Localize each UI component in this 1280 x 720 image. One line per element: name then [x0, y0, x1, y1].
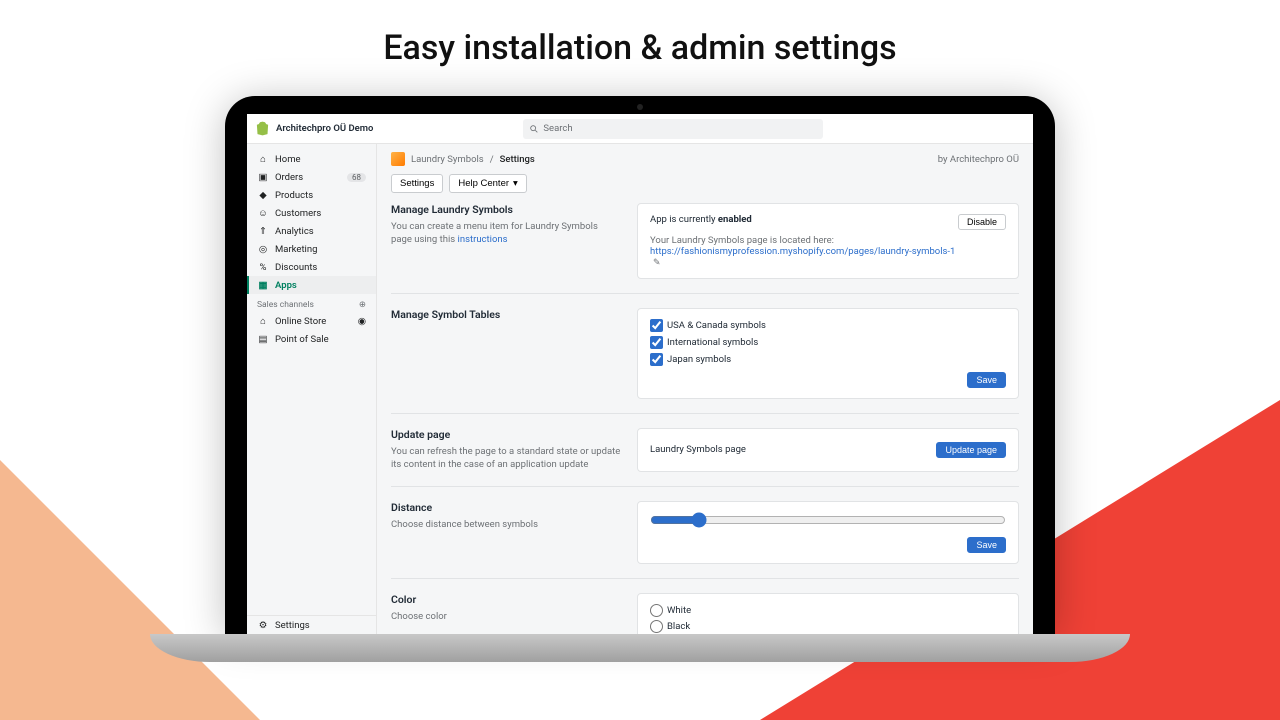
sales-channels-label: Sales channels ⊕ [247, 294, 376, 312]
save-distance-button[interactable]: Save [967, 537, 1006, 553]
checkbox-usa-input[interactable] [650, 319, 663, 332]
main-content: Laundry Symbols / Settings by Architechp… [377, 144, 1033, 634]
app-status-text: App is currently enabled [650, 214, 958, 225]
radio-black-input[interactable] [650, 620, 663, 633]
radio-white-input[interactable] [650, 604, 663, 617]
checkbox-label: USA & Canada symbols [667, 320, 766, 331]
orders-badge: 68 [347, 173, 366, 182]
sidebar-item-label: Point of Sale [275, 334, 329, 345]
gear-icon: ⚙ [257, 619, 269, 631]
update-page-button[interactable]: Update page [936, 442, 1006, 458]
sidebar-item-customers[interactable]: ☺ Customers [247, 204, 376, 222]
sidebar-item-home[interactable]: ⌂ Home [247, 150, 376, 168]
settings-button[interactable]: Settings [391, 174, 443, 193]
section-title-symbol-tables: Manage Symbol Tables [391, 308, 621, 321]
sidebar-item-settings[interactable]: ⚙ Settings [247, 616, 376, 634]
section-title-manage-symbols: Manage Laundry Symbols [391, 203, 621, 216]
products-icon: ◆ [257, 189, 269, 201]
sidebar-item-label: Analytics [275, 226, 314, 237]
hero-title: Easy installation & admin settings [0, 0, 1280, 68]
orders-icon: ▣ [257, 171, 269, 183]
radio-black[interactable]: Black [650, 620, 1006, 633]
sidebar-item-online-store[interactable]: ⌂ Online Store ◉ [247, 312, 376, 330]
sidebar-item-label: Settings [275, 620, 310, 631]
divider [391, 293, 1019, 294]
store-icon: ⌂ [257, 315, 269, 327]
laptop-base [150, 634, 1130, 662]
disable-button[interactable]: Disable [958, 214, 1006, 230]
checkbox-usa[interactable]: USA & Canada symbols [650, 319, 1006, 332]
section-desc-distance: Choose distance between symbols [391, 518, 621, 531]
help-center-button[interactable]: Help Center ▾ [449, 174, 526, 193]
sidebar-item-label: Online Store [275, 316, 326, 327]
help-center-label: Help Center [458, 178, 509, 189]
save-tables-button[interactable]: Save [967, 372, 1006, 388]
instructions-link[interactable]: instructions [458, 234, 508, 245]
sidebar-item-pos[interactable]: ▤ Point of Sale [247, 330, 376, 348]
section-title-distance: Distance [391, 501, 621, 514]
apps-icon: ▦ [257, 279, 269, 291]
search-icon [529, 124, 539, 134]
checkbox-label: Japan symbols [667, 354, 731, 365]
radio-white[interactable]: White [650, 604, 1006, 617]
view-icon[interactable]: ◉ [358, 316, 366, 327]
radio-label: Black [667, 621, 690, 632]
sidebar-item-products[interactable]: ◆ Products [247, 186, 376, 204]
search-input[interactable]: Search [523, 119, 823, 139]
sidebar-item-label: Marketing [275, 244, 317, 255]
store-name: Architechpro OÜ Demo [276, 123, 373, 134]
home-icon: ⌂ [257, 153, 269, 165]
checkbox-intl[interactable]: International symbols [650, 336, 1006, 349]
update-page-label: Laundry Symbols page [650, 444, 746, 455]
sidebar-item-label: Apps [275, 280, 297, 291]
section-title-color: Color [391, 593, 621, 606]
sidebar-item-analytics[interactable]: ⇑ Analytics [247, 222, 376, 240]
add-channel-icon[interactable]: ⊕ [359, 300, 366, 310]
breadcrumb-app[interactable]: Laundry Symbols [411, 154, 484, 165]
checkbox-label: International symbols [667, 337, 758, 348]
chevron-down-icon: ▾ [513, 178, 518, 189]
divider [391, 578, 1019, 579]
sidebar-item-label: Home [275, 154, 301, 165]
camera-dot [637, 104, 643, 110]
app-screen: Architechpro OÜ Demo Search ⌂ Home ▣ Order… [247, 114, 1033, 634]
section-title-update: Update page [391, 428, 621, 441]
app-icon [391, 152, 405, 166]
sidebar-item-marketing[interactable]: ◎ Marketing [247, 240, 376, 258]
sidebar: ⌂ Home ▣ Orders 68 ◆ Products ☺ Customers ⇑ An… [247, 144, 377, 634]
checkbox-intl-input[interactable] [650, 336, 663, 349]
customers-icon: ☺ [257, 207, 269, 219]
section-desc-update: You can refresh the page to a standard s… [391, 445, 621, 472]
page-url-link[interactable]: https://fashionismyprofession.myshopify.… [650, 246, 955, 257]
breadcrumb-current: Settings [500, 154, 535, 165]
sidebar-item-label: Discounts [275, 262, 317, 273]
divider [391, 486, 1019, 487]
topbar: Architechpro OÜ Demo Search [247, 114, 1033, 144]
edit-url-icon[interactable]: ✎ [653, 258, 661, 268]
pos-icon: ▤ [257, 333, 269, 345]
sidebar-item-apps[interactable]: ▦ Apps [247, 276, 376, 294]
section-desc-manage-symbols: You can create a menu item for Laundry S… [391, 220, 621, 247]
distance-slider[interactable] [650, 512, 1006, 528]
laptop-frame: Architechpro OÜ Demo Search ⌂ Home ▣ Order… [225, 96, 1055, 634]
page-located-label: Your Laundry Symbols page is located her… [650, 235, 958, 246]
divider [391, 413, 1019, 414]
sidebar-item-label: Products [275, 190, 313, 201]
discounts-icon: % [257, 261, 269, 273]
shopify-logo-icon [255, 121, 270, 136]
analytics-icon: ⇑ [257, 225, 269, 237]
radio-label: White [667, 605, 691, 616]
breadcrumb-sep: / [490, 154, 494, 165]
sidebar-item-label: Orders [275, 172, 303, 183]
sidebar-item-label: Customers [275, 208, 321, 219]
sidebar-item-discounts[interactable]: % Discounts [247, 258, 376, 276]
byline: by Architechpro OÜ [938, 154, 1019, 165]
checkbox-japan[interactable]: Japan symbols [650, 353, 1006, 366]
sidebar-item-orders[interactable]: ▣ Orders 68 [247, 168, 376, 186]
search-placeholder: Search [543, 123, 572, 134]
marketing-icon: ◎ [257, 243, 269, 255]
breadcrumb: Laundry Symbols / Settings [391, 152, 535, 166]
section-desc-color: Choose color [391, 610, 621, 623]
checkbox-japan-input[interactable] [650, 353, 663, 366]
